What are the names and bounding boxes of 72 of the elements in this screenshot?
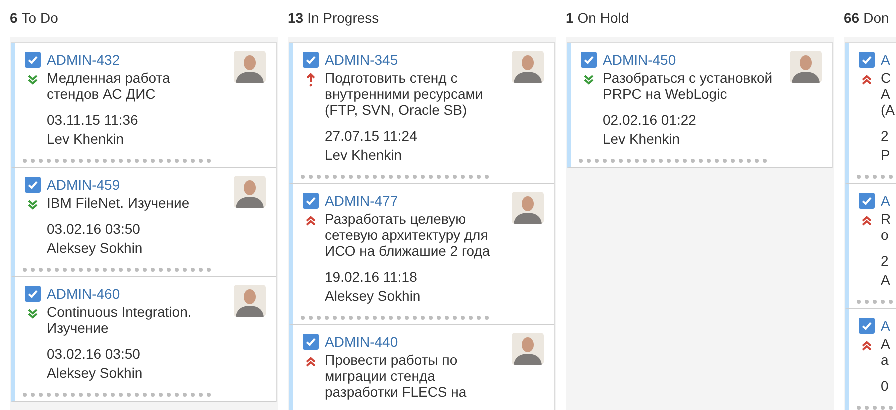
issue-key-link[interactable]: A [881, 192, 890, 210]
assignee-name: Lev Khenkin [325, 146, 402, 165]
issue-date: 27.07.15 11:24 [325, 127, 418, 146]
issue-date: 2 [881, 127, 889, 146]
issue-key-link[interactable]: ADMIN-450 [603, 51, 676, 69]
task-icon [859, 318, 875, 334]
issue-key-link[interactable]: ADMIN-432 [47, 51, 120, 69]
column-count: 1 [566, 9, 574, 28]
issue-card[interactable]: ADMIN-460 Continuous Integration. Изучение 03.02.16 03:50 Aleksey Sokhin [11, 277, 276, 402]
issue-date: 03.02.16 03:50 [47, 220, 140, 239]
assignee-name: P [881, 146, 890, 165]
assignee-name: Aleksey Sokhin [325, 287, 421, 306]
column-title: To Do [22, 9, 58, 28]
task-icon [581, 52, 597, 68]
issue-card[interactable]: ADMIN-440 Провести работы по миграции стенда разработки FLECS на [289, 325, 554, 410]
issue-summary: IBM FileNet. Изучение [47, 195, 191, 211]
issue-summary: A а [881, 336, 892, 368]
task-icon [303, 193, 319, 209]
avatar-icon [790, 51, 822, 83]
issue-card[interactable]: ADMIN-345 Подготовить стенд с внутренними ресурсами (FTP, SVN, Oracle SB) 27.07.15 11:24 Lev Khenkin [289, 43, 554, 184]
task-icon [859, 52, 875, 68]
issue-card[interactable]: ADMIN-459 IBM FileNet. Изучение 03.02.16 03:50 Aleksey Sokhin [11, 168, 276, 277]
issue-summary: Разобраться с установкой PRPC на WebLogic [603, 70, 774, 102]
issue-summary: Медленная работа стендов АС ДИС [47, 70, 172, 102]
issue-date: 03.02.16 03:50 [47, 345, 140, 364]
avatar-icon [512, 333, 544, 365]
issue-summary: Провести работы по миграции стенда разработки FLECS на [325, 352, 468, 400]
assignee-name: Lev Khenkin [603, 130, 680, 149]
task-icon [25, 52, 41, 68]
task-icon [303, 52, 319, 68]
issue-date: 03.11.15 11:36 [47, 111, 138, 130]
issue-summary: Разработать целевую сетевую архитектуру для ИСО на ближашие 2 года [325, 211, 492, 259]
column-count: 66 [844, 9, 860, 28]
issue-key-link[interactable]: ADMIN-477 [325, 192, 398, 210]
issue-card[interactable]: ADMIN-450 Разобраться с установкой PRPC на WebLogic 02.02.16 01:22 Lev Khenkin [567, 43, 832, 168]
avatar-icon [234, 51, 266, 83]
issue-summary: Continuous Integration. Изучение [47, 304, 193, 336]
issue-date: 2 [881, 252, 889, 271]
assignee-name: Aleksey Sokhin [47, 364, 143, 383]
issue-key-link[interactable]: A [881, 317, 890, 335]
assignee-name: Aleksey Sokhin [47, 239, 143, 258]
issue-key-link[interactable]: ADMIN-345 [325, 51, 398, 69]
avatar-icon [512, 51, 544, 83]
issue-card[interactable]: A R о 2 A [845, 184, 896, 309]
assignee-name: Lev Khenkin [47, 130, 124, 149]
task-icon [25, 177, 41, 193]
issue-summary: R о [881, 211, 892, 243]
issue-card[interactable]: A C A (A 2 P [845, 43, 896, 184]
column-count: 13 [288, 9, 304, 28]
column-title: In Progress [308, 9, 380, 28]
avatar-icon [512, 192, 544, 224]
task-icon [303, 334, 319, 350]
column-count: 6 [10, 9, 18, 28]
task-icon [859, 193, 875, 209]
assignee-name: A [881, 271, 890, 290]
issue-summary: Подготовить стенд с внутренними ресурсами (FTP, SVN, Oracle SB) [325, 70, 484, 118]
column-title: On Hold [578, 9, 630, 28]
issue-summary: C A (A [881, 70, 896, 118]
issue-date: 02.02.16 01:22 [603, 111, 696, 130]
issue-date: 0 [881, 377, 889, 396]
issue-card[interactable]: ADMIN-432 Медленная работа стендов АС ДИС 03.11.15 11:36 Lev Khenkin [11, 43, 276, 168]
issue-date: 19.02.16 11:18 [325, 268, 418, 287]
column-title: Don [864, 9, 890, 28]
issue-key-link[interactable]: A [881, 51, 890, 69]
avatar-icon [234, 285, 266, 317]
issue-key-link[interactable]: ADMIN-440 [325, 333, 398, 351]
issue-key-link[interactable]: ADMIN-459 [47, 176, 120, 194]
issue-card[interactable]: A A а 0 [845, 309, 896, 410]
task-icon [25, 286, 41, 302]
issue-card[interactable]: ADMIN-477 Разработать целевую сетевую архитектуру для ИСО на ближашие 2 года 19.02.16 11:18 Aleksey Sokhin [289, 184, 554, 325]
issue-key-link[interactable]: ADMIN-460 [47, 285, 120, 303]
avatar-icon [234, 176, 266, 208]
